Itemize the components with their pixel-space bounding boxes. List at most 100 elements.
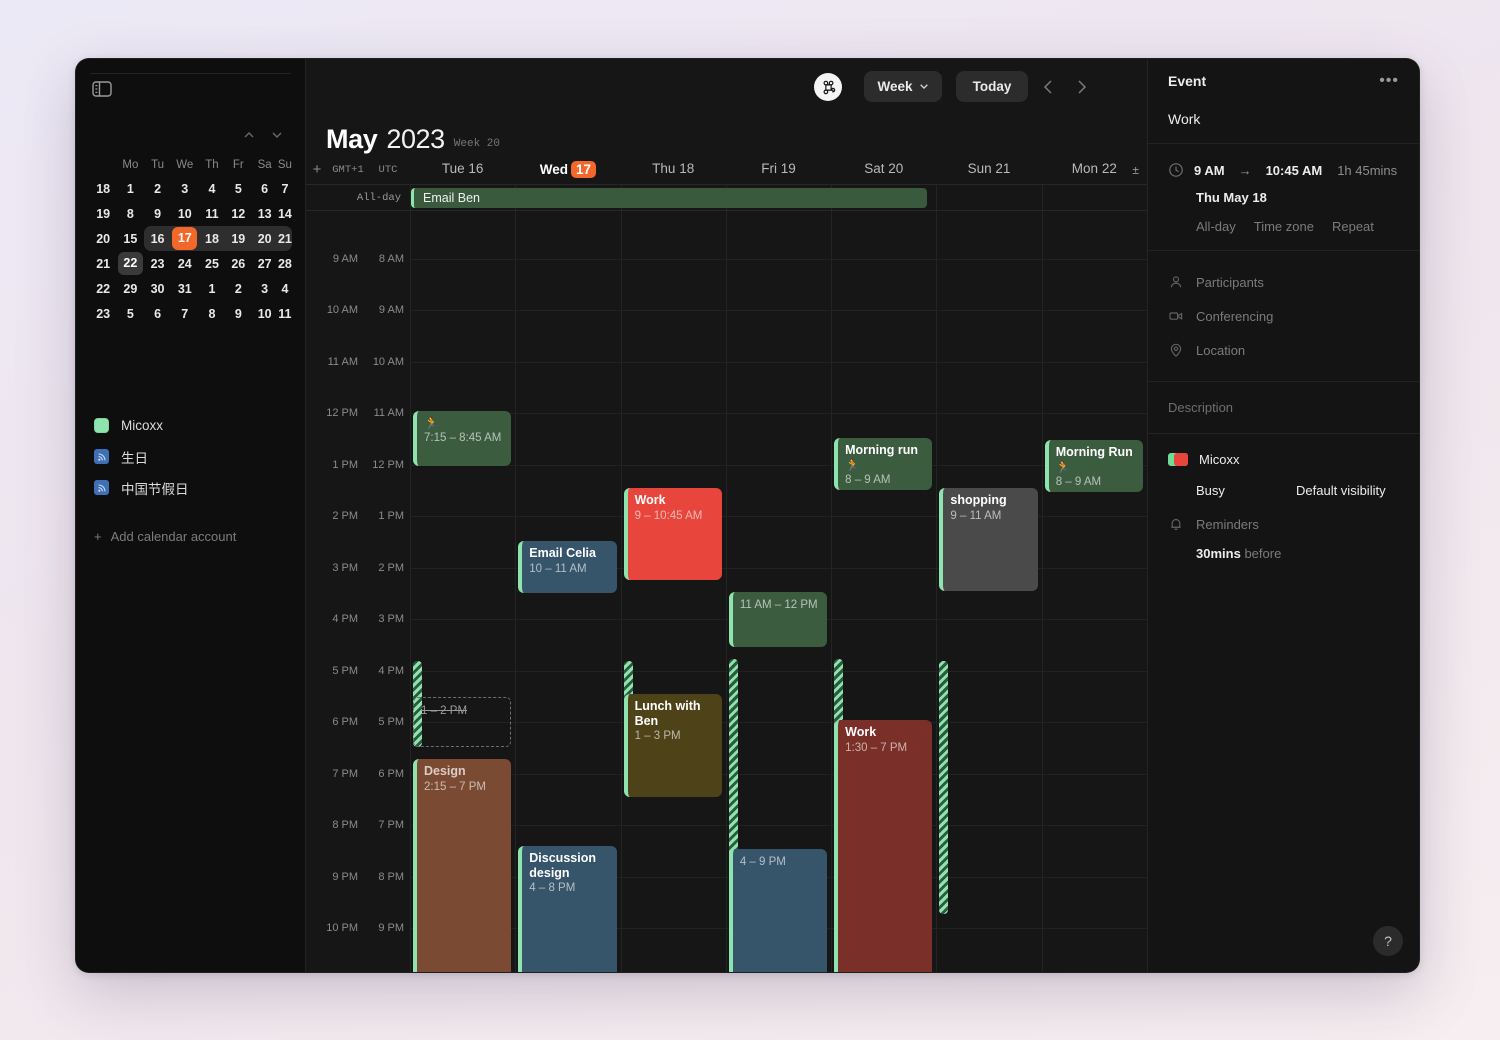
- day-column-wed[interactable]: Email Celia10 – 11 AM Discussion design4 …: [515, 211, 620, 972]
- calendar-list-item[interactable]: 中国节假日: [94, 472, 288, 503]
- mini-calendar-day[interactable]: 18: [199, 226, 225, 251]
- all-day-lanes[interactable]: Email Ben: [410, 185, 1147, 210]
- mini-calendar-day[interactable]: 26: [225, 251, 251, 276]
- mini-calendar-day[interactable]: 8: [116, 201, 144, 226]
- ellipsis-icon[interactable]: •••: [1379, 72, 1399, 90]
- calendar-event[interactable]: Work9 – 10:45 AM: [624, 488, 722, 580]
- timezone-label-1[interactable]: GMT+1: [328, 164, 368, 176]
- calendar-list-item[interactable]: Micoxx: [94, 410, 288, 441]
- mini-calendar-day[interactable]: 17: [171, 226, 199, 251]
- all-day-event[interactable]: Email Ben: [411, 188, 927, 208]
- checkbox-checked-icon[interactable]: [94, 418, 109, 433]
- mini-calendar-day[interactable]: 27: [251, 251, 277, 276]
- mini-calendar-day[interactable]: 11: [199, 201, 225, 226]
- mini-calendar-day[interactable]: 2: [144, 176, 170, 201]
- chevron-up-icon[interactable]: [242, 128, 256, 142]
- day-header-mon[interactable]: Mon 22±: [1042, 161, 1147, 178]
- calendar-event[interactable]: Work1:30 – 7 PM: [834, 720, 932, 972]
- calendar-event[interactable]: Design2:15 – 7 PM: [413, 759, 511, 972]
- mini-calendar-day[interactable]: 14: [278, 201, 292, 226]
- rss-feed-icon[interactable]: [94, 449, 109, 464]
- mini-calendar-day[interactable]: 7: [278, 176, 292, 201]
- mini-calendar-day[interactable]: 8: [199, 301, 225, 326]
- event-start-time[interactable]: 9 AM: [1194, 163, 1225, 178]
- chevron-right-icon[interactable]: [1071, 77, 1091, 97]
- calendar-event[interactable]: 🏃7:15 – 8:45 AM: [413, 411, 511, 466]
- visibility-value[interactable]: Default visibility: [1296, 483, 1386, 498]
- mini-calendar-day[interactable]: 20: [251, 226, 277, 251]
- mini-calendar-day[interactable]: 7: [171, 301, 199, 326]
- day-column-thu[interactable]: Work9 – 10:45 AMLunch with Ben1 – 3 PMFi…: [621, 211, 726, 972]
- day-header-tue[interactable]: Tue 16: [410, 161, 515, 178]
- event-title[interactable]: Work: [1148, 103, 1419, 144]
- all-day-cell[interactable]: [936, 185, 1041, 210]
- mini-calendar-day[interactable]: 5: [225, 176, 251, 201]
- reminders-row[interactable]: Reminders: [1168, 516, 1399, 532]
- calendar-event[interactable]: 4 – 9 PM: [729, 849, 827, 972]
- mini-calendar-day[interactable]: 4: [278, 276, 292, 301]
- day-header-wed[interactable]: Wed17: [515, 161, 620, 178]
- mini-calendar-day[interactable]: 12: [225, 201, 251, 226]
- mini-calendar-day[interactable]: 9: [144, 201, 170, 226]
- mini-calendar-day[interactable]: 30: [144, 276, 170, 301]
- calendar-list-item[interactable]: 生日: [94, 441, 288, 472]
- add-calendar-account-button[interactable]: + Add calendar account: [94, 529, 288, 544]
- calendar-event[interactable]: Discussion design4 – 8 PM: [518, 846, 616, 972]
- availability-value[interactable]: Busy: [1196, 483, 1296, 498]
- mini-calendar-week-number[interactable]: 18: [90, 176, 116, 201]
- mini-calendar-day[interactable]: 21: [278, 226, 292, 251]
- day-column-fri[interactable]: 11 AM – 12 PM 4 – 9 PM: [726, 211, 831, 972]
- mini-calendar-day[interactable]: 24: [171, 251, 199, 276]
- plus-icon[interactable]: +: [306, 161, 328, 178]
- mini-calendar-day[interactable]: 25: [199, 251, 225, 276]
- rss-feed-icon[interactable]: [94, 480, 109, 495]
- event-placeholder[interactable]: 1 – 2 PM: [413, 697, 511, 747]
- mini-calendar-week-number[interactable]: 21: [90, 251, 116, 276]
- mini-calendar-day[interactable]: 19: [225, 226, 251, 251]
- busy-indicator-bar[interactable]: [939, 661, 948, 914]
- mini-calendar-day[interactable]: 22: [116, 251, 144, 276]
- event-description[interactable]: Description: [1148, 382, 1419, 434]
- mini-calendar-week-number[interactable]: 22: [90, 276, 116, 301]
- calendar-event[interactable]: shopping9 – 11 AM: [939, 488, 1037, 591]
- calendar-event[interactable]: Email Celia10 – 11 AM: [518, 541, 616, 593]
- mini-calendar-day[interactable]: 6: [251, 176, 277, 201]
- help-button[interactable]: ?: [1373, 926, 1403, 956]
- mini-calendar-day[interactable]: 1: [116, 176, 144, 201]
- mini-calendar-day[interactable]: 31: [171, 276, 199, 301]
- mini-calendar-day[interactable]: 16: [144, 226, 170, 251]
- mini-calendar-day[interactable]: 6: [144, 301, 170, 326]
- day-header-sat[interactable]: Sat 20: [831, 161, 936, 178]
- mini-calendar-week-number[interactable]: 20: [90, 226, 116, 251]
- today-button[interactable]: Today: [956, 71, 1028, 102]
- mini-calendar-day[interactable]: 3: [171, 176, 199, 201]
- day-header-thu[interactable]: Thu 18: [621, 161, 726, 178]
- mini-calendar-day[interactable]: 10: [251, 301, 277, 326]
- view-selector-button[interactable]: Week: [864, 71, 942, 102]
- day-column-sat[interactable]: Morning run🏃8 – 9 AMWork1:30 – 7 PMFitne…: [831, 211, 936, 972]
- day-column-mon[interactable]: Morning Run🏃8 – 9 AM: [1042, 211, 1147, 972]
- mini-calendar-day[interactable]: 2: [225, 276, 251, 301]
- mini-calendar-day[interactable]: 15: [116, 226, 144, 251]
- chevron-left-icon[interactable]: [1039, 77, 1059, 97]
- day-header-sun[interactable]: Sun 21: [936, 161, 1041, 178]
- mini-calendar-week-number[interactable]: 23: [90, 301, 116, 326]
- event-end-time[interactable]: 10:45 AM: [1266, 163, 1323, 178]
- mini-calendar-day[interactable]: 4: [199, 176, 225, 201]
- event-date[interactable]: Thu May 18: [1196, 190, 1399, 205]
- event-field-conferencing[interactable]: Conferencing: [1168, 299, 1399, 333]
- calendar-event[interactable]: Morning Run🏃8 – 9 AM: [1045, 440, 1143, 492]
- chevron-down-icon[interactable]: [270, 128, 284, 142]
- calendar-event[interactable]: Lunch with Ben1 – 3 PM: [624, 694, 722, 797]
- mini-calendar-day[interactable]: 10: [171, 201, 199, 226]
- mini-calendar-day[interactable]: 1: [199, 276, 225, 301]
- mini-calendar-week-number[interactable]: 19: [90, 201, 116, 226]
- timezone-label-2[interactable]: UTC: [368, 164, 408, 176]
- mini-calendar-day[interactable]: 29: [116, 276, 144, 301]
- event-chip-time-zone[interactable]: Time zone: [1254, 219, 1314, 234]
- calendar-selector[interactable]: Micoxx: [1168, 452, 1399, 467]
- reminder-value-row[interactable]: 30mins before: [1196, 546, 1399, 561]
- day-header-fri[interactable]: Fri 19: [726, 161, 831, 178]
- mini-calendar-day[interactable]: 28: [278, 251, 292, 276]
- calendar-event[interactable]: 11 AM – 12 PM: [729, 592, 827, 647]
